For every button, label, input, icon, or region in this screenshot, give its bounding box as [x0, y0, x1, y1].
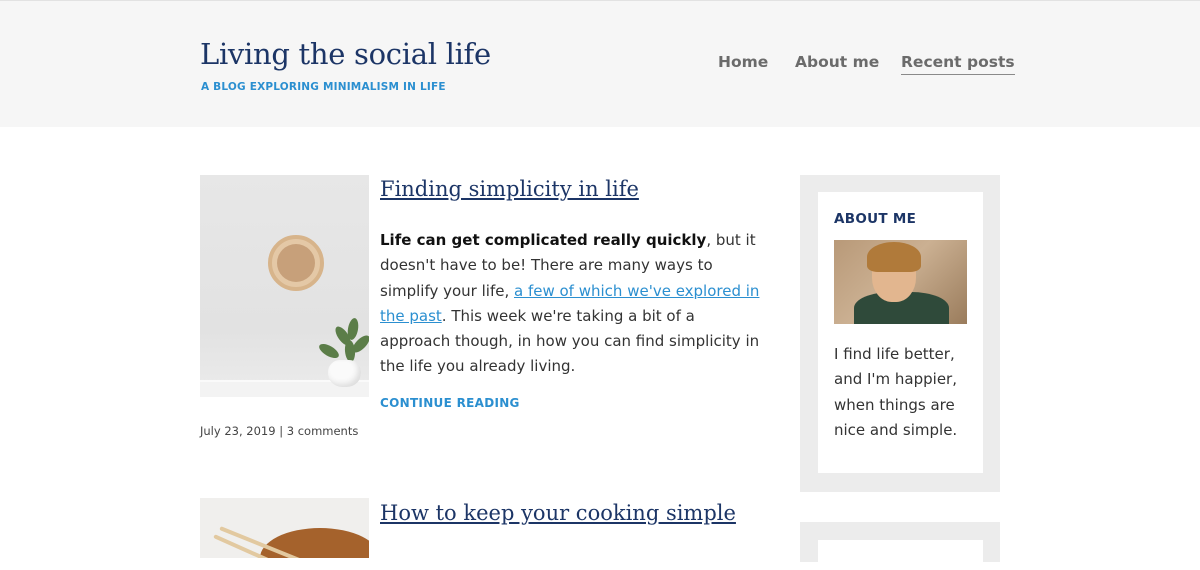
site-title[interactable]: Living the social life — [200, 37, 491, 71]
site-tagline: A BLOG EXPLORING MINIMALISM IN LIFE — [201, 81, 446, 93]
nav-item-recent-posts[interactable]: Recent posts — [901, 53, 1015, 75]
post-title[interactable]: Finding simplicity in life — [380, 177, 639, 201]
nav-item-home[interactable]: Home — [718, 53, 768, 74]
clock-image — [268, 235, 324, 291]
post-thumbnail-clock-plant[interactable] — [200, 175, 369, 397]
post-meta: July 23, 2019 | 3 comments — [200, 424, 359, 438]
site-header: Living the social life A BLOG EXPLORING … — [0, 0, 1200, 127]
plant-pot-image — [328, 360, 361, 387]
sidebar-card-2 — [818, 540, 983, 570]
about-me-text: I find life better, and I'm happier, whe… — [834, 345, 958, 439]
avatar — [834, 240, 967, 324]
post-excerpt: Life can get complicated really quickly,… — [380, 228, 760, 380]
about-me-heading: ABOUT ME — [834, 211, 917, 227]
nav-item-about-me[interactable]: About me — [795, 53, 879, 74]
post-title-2[interactable]: How to keep your cooking simple — [380, 501, 736, 525]
post-excerpt-bold: Life can get complicated really quickly — [380, 231, 707, 249]
about-card: ABOUT ME I find life better, and I'm hap… — [818, 192, 983, 473]
sidebar-widget-2 — [800, 522, 1000, 570]
bowl-image — [260, 528, 369, 558]
post-thumbnail-bowl[interactable] — [200, 498, 369, 558]
sidebar-about-widget: ABOUT ME I find life better, and I'm hap… — [800, 175, 1000, 492]
continue-reading-link[interactable]: CONTINUE READING — [380, 396, 520, 410]
